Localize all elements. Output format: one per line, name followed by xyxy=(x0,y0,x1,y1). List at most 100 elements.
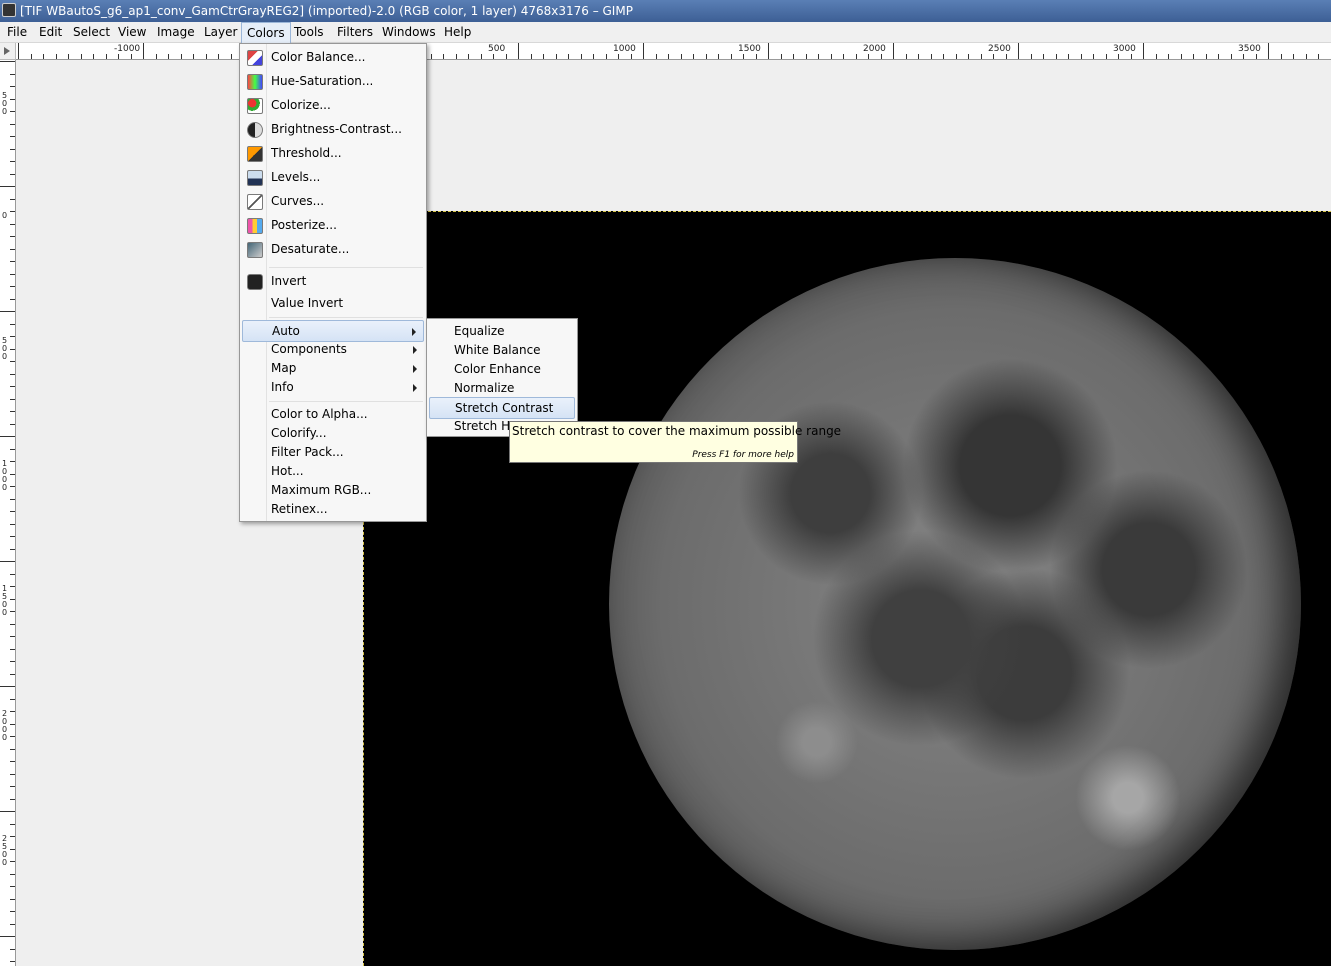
menu-item-info[interactable]: Info xyxy=(242,377,424,399)
ruler-tick xyxy=(1318,54,1319,59)
ruler-tick xyxy=(10,623,15,625)
ruler-tick xyxy=(10,898,15,900)
menu-view[interactable]: View xyxy=(118,25,146,39)
menu-item-curves[interactable]: Curves... xyxy=(242,191,424,213)
ruler-tick xyxy=(10,598,15,600)
ruler-tick xyxy=(1230,54,1232,59)
ruler-tick xyxy=(993,54,994,59)
ruler-tick xyxy=(505,54,507,59)
ruler-tick xyxy=(10,123,15,125)
menu-tools[interactable]: Tools xyxy=(294,25,324,39)
menu-colors[interactable]: Colors xyxy=(241,22,291,44)
ruler-tick xyxy=(480,54,482,59)
ruler-tick xyxy=(1055,54,1057,59)
menu-layer[interactable]: Layer xyxy=(204,25,237,39)
ruler-tick xyxy=(10,323,15,325)
ruler-tick xyxy=(830,54,832,59)
menu-item-value-invert[interactable]: Value Invert xyxy=(242,293,424,315)
ruler-tick xyxy=(10,473,15,475)
ruler-tick xyxy=(80,54,82,59)
ruler-tick xyxy=(43,54,44,59)
ruler-tick xyxy=(10,636,15,637)
ruler-tick xyxy=(10,73,15,75)
menu-file[interactable]: File xyxy=(7,25,27,39)
menu-item-invert[interactable]: Invert xyxy=(242,271,424,293)
ruler-tick xyxy=(18,43,19,59)
ruler-tick xyxy=(10,798,15,800)
ruler-tick xyxy=(1205,54,1207,59)
menu-filters[interactable]: Filters xyxy=(337,25,373,39)
ruler-tick xyxy=(0,936,15,937)
ruler-tick xyxy=(668,54,669,59)
hruler-label: 2500 xyxy=(988,44,1011,54)
ruler-tick xyxy=(10,711,15,712)
ruler-tick xyxy=(905,54,907,59)
colorize-icon xyxy=(247,98,263,114)
curves-icon xyxy=(247,194,263,210)
menu-item-desaturate[interactable]: Desaturate... xyxy=(242,239,424,261)
menu-separator xyxy=(269,401,423,402)
ruler-tick xyxy=(10,398,15,400)
menu-item-hue-saturation[interactable]: Hue-Saturation... xyxy=(242,71,424,93)
ruler-tick xyxy=(10,961,15,962)
ruler-tick xyxy=(568,54,569,59)
ruler-tick xyxy=(68,54,69,59)
menu-item-threshold[interactable]: Threshold... xyxy=(242,143,424,165)
ruler-tick xyxy=(10,348,15,350)
ruler-tick xyxy=(818,54,819,59)
ruler-tick xyxy=(1080,54,1082,59)
ruler-tick xyxy=(980,54,982,59)
menu-item-brightness-contrast[interactable]: Brightness-Contrast... xyxy=(242,119,424,141)
ruler-tick xyxy=(180,54,182,59)
menu-image[interactable]: Image xyxy=(157,25,195,39)
ruler-tick xyxy=(968,54,969,59)
ruler-tick xyxy=(843,54,844,59)
levels-icon xyxy=(247,170,263,186)
ruler-tick xyxy=(443,54,444,59)
ruler-tick xyxy=(10,361,15,362)
tooltip-text: Stretch contrast to cover the maximum po… xyxy=(512,424,842,438)
menu-select[interactable]: Select xyxy=(73,25,110,39)
ruler-tick xyxy=(10,761,15,762)
menu-item-levels[interactable]: Levels... xyxy=(242,167,424,189)
ruler-tick xyxy=(10,736,15,737)
ruler-tick xyxy=(10,523,15,525)
ruler-tick xyxy=(10,198,15,200)
ruler-tick xyxy=(0,436,15,437)
vertical-ruler[interactable]: 500 0 500 1000 1500 2000 2500 xyxy=(0,60,16,966)
menu-item-color-balance[interactable]: Color Balance... xyxy=(242,47,424,69)
ruler-tick xyxy=(518,43,519,59)
horizontal-ruler[interactable]: -1000 500 1000 1500 2000 2500 3000 3500 xyxy=(16,43,1331,60)
menu-item-colorize[interactable]: Colorize... xyxy=(242,95,424,117)
ruler-tick xyxy=(918,54,919,59)
menu-edit[interactable]: Edit xyxy=(39,25,62,39)
ruler-tick xyxy=(1018,43,1019,59)
ruler-tick xyxy=(1030,54,1032,59)
ruler-tick xyxy=(593,54,594,59)
ruler-corner-button[interactable] xyxy=(0,43,16,60)
ruler-tick xyxy=(1130,54,1132,59)
hruler-label: 500 xyxy=(488,44,506,54)
menu-windows[interactable]: Windows xyxy=(382,25,436,39)
ruler-tick xyxy=(1068,54,1069,59)
vruler-label: 0 xyxy=(2,211,8,220)
menu-help[interactable]: Help xyxy=(444,25,471,39)
menu-item-retinex[interactable]: Retinex... xyxy=(242,499,424,521)
ruler-tick xyxy=(10,236,15,237)
ruler-tick xyxy=(10,673,15,675)
ruler-tick xyxy=(0,686,15,687)
vruler-label: 2000 xyxy=(2,709,8,742)
submenu-arrow-icon xyxy=(413,384,417,392)
ruler-tick xyxy=(10,261,15,262)
vruler-label: 500 xyxy=(2,91,8,116)
menu-item-posterize[interactable]: Posterize... xyxy=(242,215,424,237)
colors-menu: Color Balance... Hue-Saturation... Color… xyxy=(239,43,427,522)
ruler-tick xyxy=(10,411,15,412)
gimp-app-icon[interactable] xyxy=(2,3,16,17)
ruler-tick xyxy=(855,54,857,59)
ruler-tick xyxy=(10,773,15,775)
ruler-tick xyxy=(10,461,15,462)
brightness-contrast-icon xyxy=(247,122,263,138)
submenu-arrow-icon xyxy=(412,328,416,336)
tooltip-help-hint: Press F1 for more help xyxy=(692,450,794,460)
